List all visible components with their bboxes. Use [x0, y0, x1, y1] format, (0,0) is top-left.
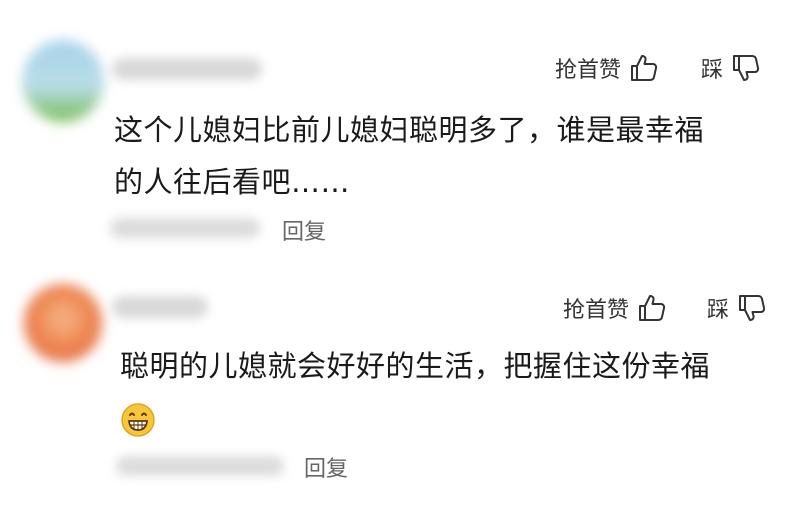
dislike-button[interactable]: 踩	[701, 52, 761, 84]
timestamp-blurred	[116, 456, 284, 476]
reply-button[interactable]: 回复	[282, 214, 326, 246]
comment-actions: 抢首赞 踩	[555, 52, 761, 84]
avatar[interactable]	[24, 284, 102, 362]
username-blurred[interactable]	[112, 58, 262, 80]
avatar[interactable]	[22, 40, 104, 122]
thumbs-up-icon	[629, 53, 659, 83]
username-blurred[interactable]	[112, 296, 208, 318]
like-button[interactable]: 抢首赞	[555, 52, 659, 84]
comment-text-line: 这个儿媳妇比前儿媳妇聪明多了，谁是最幸福	[114, 113, 705, 147]
comment-item: 抢首赞 踩 聪明的儿媳就会好好的生活，把握住这份幸福 回复	[0, 260, 810, 512]
dislike-button[interactable]: 踩	[707, 292, 767, 324]
comment-text-line: 的人往后看吧……	[114, 165, 351, 199]
comment-text: 这个儿媳妇比前儿媳妇聪明多了，谁是最幸福 的人往后看吧……	[114, 104, 704, 208]
comment-text: 聪明的儿媳就会好好的生活，把握住这份幸福	[120, 340, 710, 444]
like-label: 抢首赞	[563, 298, 630, 323]
thumbs-down-icon	[731, 53, 761, 83]
timestamp-blurred	[110, 218, 260, 238]
like-label: 抢首赞	[555, 58, 622, 83]
comment-actions: 抢首赞 踩	[563, 292, 767, 324]
thumbs-down-icon	[737, 293, 767, 323]
comment-text-line: 聪明的儿媳就会好好的生活，把握住这份幸福	[120, 349, 711, 383]
grinning-face-emoji	[120, 402, 156, 438]
comment-emoji-line	[120, 392, 710, 444]
comment-item: 抢首赞 踩 这个儿媳妇比前儿媳妇聪明多了，谁是最幸福 的人往后看吧…… 回复	[0, 0, 810, 260]
reply-button[interactable]: 回复	[304, 451, 348, 483]
thumbs-up-icon	[637, 293, 667, 323]
dislike-label: 踩	[701, 58, 724, 83]
dislike-label: 踩	[707, 298, 730, 323]
like-button[interactable]: 抢首赞	[563, 292, 667, 324]
